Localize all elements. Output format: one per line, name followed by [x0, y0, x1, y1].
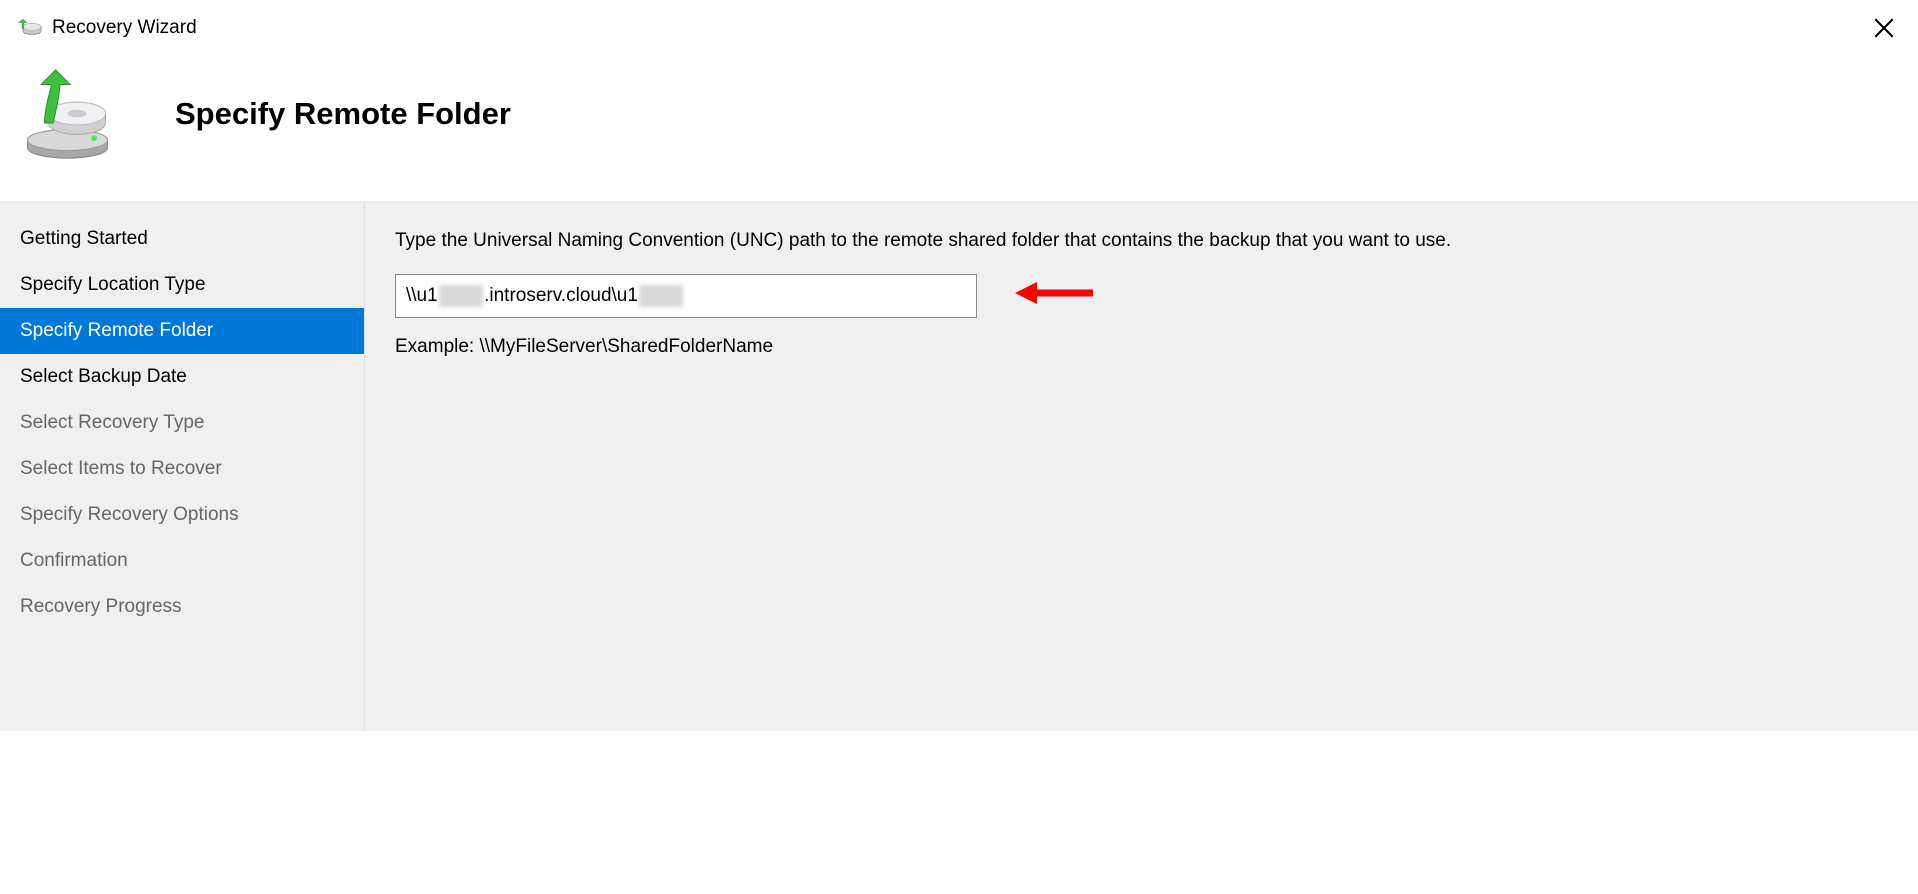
- step-specify-location-type[interactable]: Specify Location Type: [0, 262, 364, 308]
- step-specify-recovery-options: Specify Recovery Options: [0, 492, 364, 538]
- path-redacted-2: ███: [639, 285, 683, 307]
- step-recovery-progress: Recovery Progress: [0, 584, 364, 630]
- pointer-arrow-icon: [1015, 278, 1095, 313]
- step-select-recovery-type: Select Recovery Type: [0, 400, 364, 446]
- step-select-backup-date[interactable]: Select Backup Date: [0, 354, 364, 400]
- window-title: Recovery Wizard: [52, 17, 197, 39]
- close-button[interactable]: [1868, 12, 1900, 44]
- step-confirmation: Confirmation: [0, 538, 364, 584]
- path-prefix: \\u1: [406, 285, 438, 307]
- example-text: Example: \\MyFileServer\SharedFolderName: [395, 336, 1888, 358]
- recovery-wizard-small-icon: [18, 16, 42, 40]
- step-select-items-to-recover: Select Items to Recover: [0, 446, 364, 492]
- step-specify-remote-folder[interactable]: Specify Remote Folder: [0, 308, 364, 354]
- recovery-wizard-icon: [20, 66, 115, 161]
- path-redacted-1: ███: [439, 285, 483, 307]
- wizard-steps-sidebar: Getting Started Specify Location Type Sp…: [0, 202, 365, 731]
- page-title: Specify Remote Folder: [175, 96, 511, 132]
- instruction-text: Type the Universal Naming Convention (UN…: [395, 227, 1475, 256]
- main-panel: Type the Universal Naming Convention (UN…: [365, 202, 1918, 731]
- path-mid: .introserv.cloud\u1: [484, 285, 638, 307]
- step-getting-started[interactable]: Getting Started: [0, 216, 364, 262]
- unc-path-input[interactable]: \\u1███.introserv.cloud\u1███: [395, 274, 977, 318]
